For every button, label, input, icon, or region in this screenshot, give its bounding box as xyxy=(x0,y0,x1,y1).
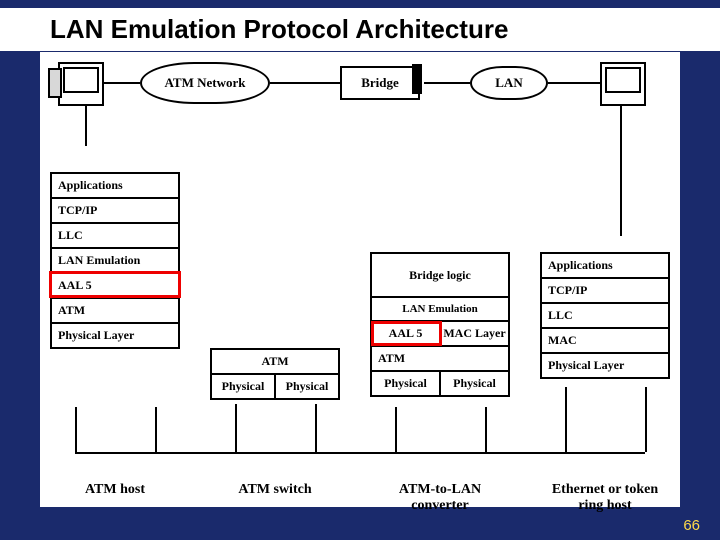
layer-physical-left: Physical xyxy=(372,372,441,395)
label-converter: ATM-to-LAN converter xyxy=(370,482,510,514)
layer-atm: ATM xyxy=(210,348,340,373)
link-line xyxy=(620,106,622,236)
link-line xyxy=(645,387,647,452)
atm-network-label: ATM Network xyxy=(165,75,246,91)
stack-atm-switch: ATM Physical Physical xyxy=(210,348,340,400)
link-line xyxy=(485,407,487,452)
atm-host-pc-icon xyxy=(58,62,104,106)
link-line xyxy=(270,82,340,84)
link-line xyxy=(565,387,567,452)
layer-mac: MAC Layer xyxy=(441,322,508,345)
label-atm-switch: ATM switch xyxy=(210,482,340,498)
layer-physical-split: Physical Physical xyxy=(210,373,340,400)
lan-label: LAN xyxy=(495,75,522,91)
stack-eth-host: Applications TCP/IP LLC MAC Physical Lay… xyxy=(540,252,670,379)
layer-aal5-mac-split: AAL 5 MAC Layer xyxy=(370,320,510,345)
layer-bridge-logic: Bridge logic xyxy=(370,252,510,296)
layer-physical: Physical Layer xyxy=(50,322,180,349)
link-line xyxy=(235,404,237,452)
layer-atm: ATM xyxy=(370,345,510,370)
diagram-canvas: ATM Network Bridge LAN Applications TCP/… xyxy=(40,52,680,507)
layer-lan-emulation: LAN Emulation xyxy=(370,296,510,320)
layer-physical-split: Physical Physical xyxy=(370,370,510,397)
atm-network-cloud: ATM Network xyxy=(140,62,270,104)
layer-physical-right: Physical xyxy=(441,372,508,395)
link-line xyxy=(548,82,600,84)
bridge-box: Bridge xyxy=(340,66,420,100)
layer-llc: LLC xyxy=(50,222,180,247)
link-line xyxy=(104,82,140,84)
link-line xyxy=(75,407,77,452)
layer-aal5: AAL 5 xyxy=(372,322,441,345)
layer-mac: MAC xyxy=(540,327,670,352)
lan-cloud: LAN xyxy=(470,66,548,100)
layer-physical-left: Physical xyxy=(212,375,276,398)
layer-aal5: AAL 5 xyxy=(50,272,180,297)
link-line xyxy=(155,407,157,452)
stack-atm-host: Applications TCP/IP LLC LAN Emulation AA… xyxy=(50,172,180,349)
layer-physical-right: Physical xyxy=(276,375,338,398)
stack-converter: Bridge logic LAN Emulation AAL 5 MAC Lay… xyxy=(370,252,510,397)
page-title: LAN Emulation Protocol Architecture xyxy=(0,8,720,51)
physical-bus-line xyxy=(75,452,645,454)
label-eth-host: Ethernet or token ring host xyxy=(540,482,670,514)
layer-lan-emulation: LAN Emulation xyxy=(50,247,180,272)
link-line xyxy=(315,404,317,452)
layer-physical: Physical Layer xyxy=(540,352,670,379)
label-atm-host: ATM host xyxy=(50,482,180,498)
layer-llc: LLC xyxy=(540,302,670,327)
eth-host-pc-icon xyxy=(600,62,646,106)
layer-tcpip: TCP/IP xyxy=(50,197,180,222)
link-line xyxy=(395,407,397,452)
link-line xyxy=(424,82,470,84)
link-line xyxy=(85,106,87,146)
layer-tcpip: TCP/IP xyxy=(540,277,670,302)
bridge-label: Bridge xyxy=(361,75,399,91)
layer-atm: ATM xyxy=(50,297,180,322)
layer-applications: Applications xyxy=(540,252,670,277)
page-number: 66 xyxy=(683,517,700,534)
layer-applications: Applications xyxy=(50,172,180,197)
